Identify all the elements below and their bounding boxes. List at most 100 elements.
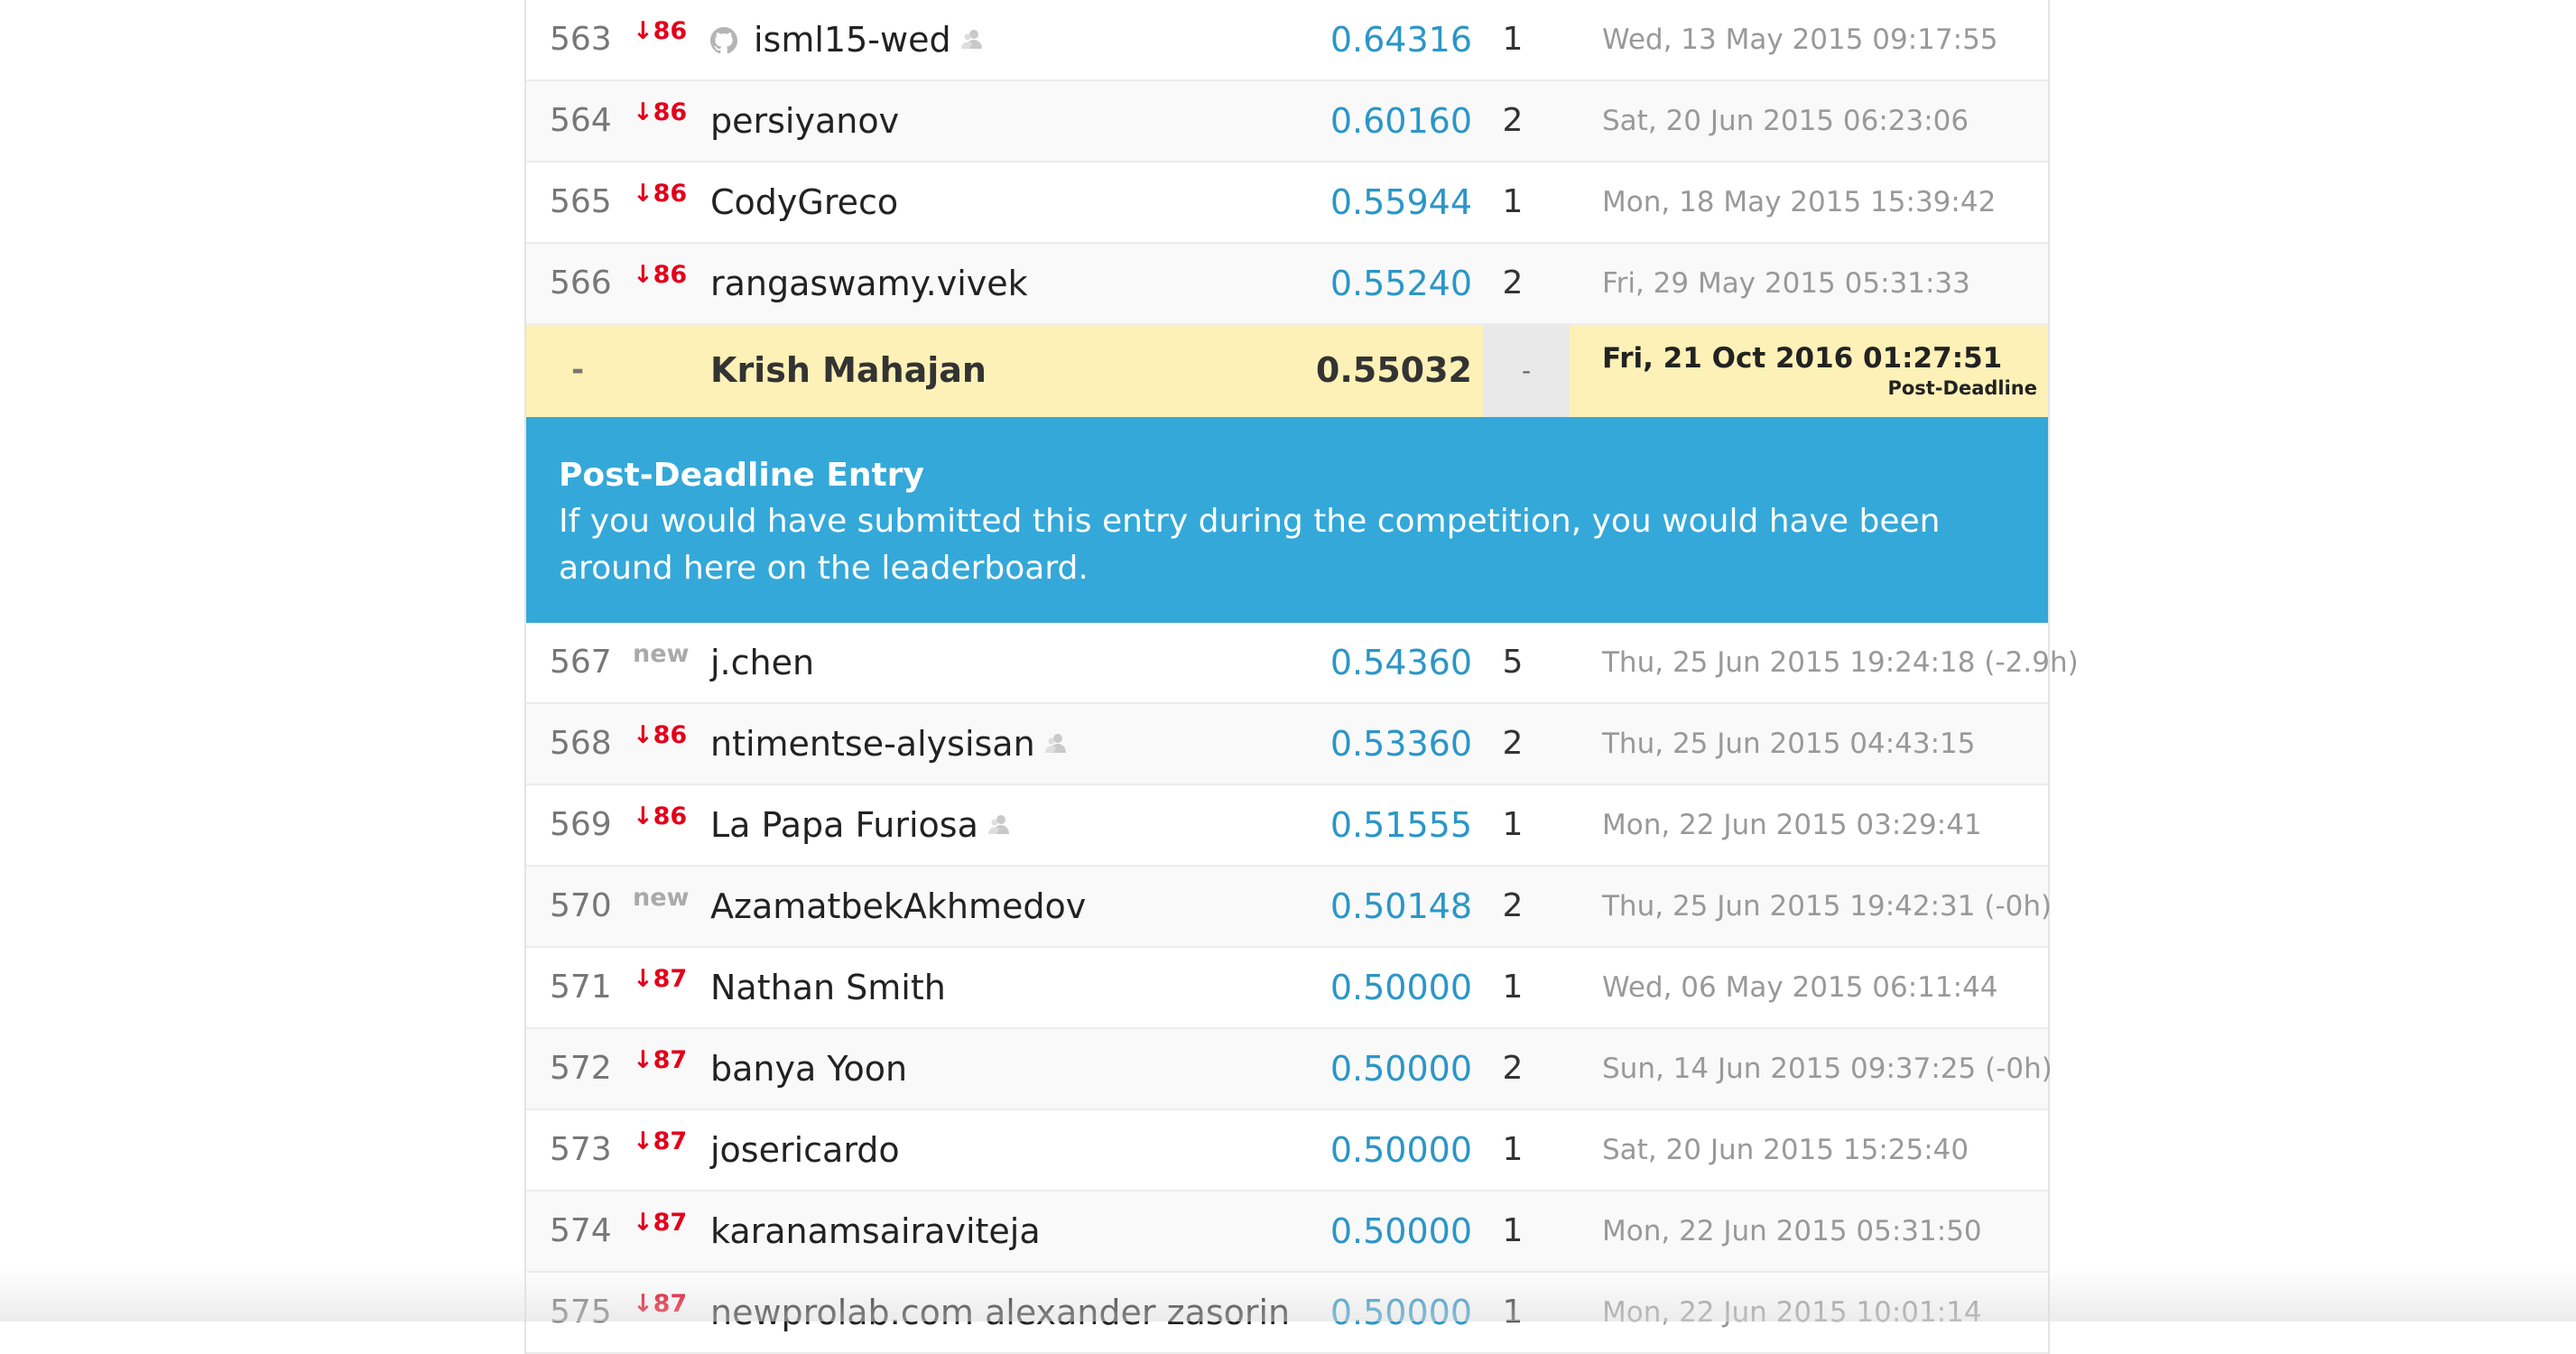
team-name-link[interactable]: banya Yoon: [710, 1029, 907, 1108]
team-name[interactable]: j.chen: [710, 643, 814, 682]
entries-count: 1: [1502, 21, 1524, 58]
leaderboard-row: 570 new AzamatbekAkhmedov 0.50148 2 Thu, 25 J…: [526, 867, 2052, 948]
last-submission: Mon, 22 Jun 2015 05:31:50: [1602, 1215, 1982, 1247]
score: 0.50000: [1330, 1049, 1472, 1089]
leaderboard-row: 573 ↓87 josericardo 0.50000 1 Sat, 20 Jun 201…: [526, 1110, 2048, 1192]
team-name-link[interactable]: persiyanov: [710, 81, 899, 161]
leaderboard-row: 563 ↓86 isml15-wed 0.64316 1 Wed, 13 May 2015…: [526, 0, 2048, 81]
score: 0.50000: [1330, 1211, 1472, 1251]
leaderboard-table: 563 ↓86 isml15-wed 0.64316 1 Wed, 13 May 2015…: [524, 0, 2079, 1354]
rank: 565: [550, 183, 612, 220]
leaderboard-row: 569 ↓86 La Papa Furiosa 0.51555 1 Mon, 22 Jun…: [526, 785, 2048, 867]
team-name-link[interactable]: AzamatbekAkhmedov: [710, 867, 1086, 946]
entries-count: 2: [1502, 102, 1524, 139]
leaderboard-row: 571 ↓87 Nathan Smith 0.50000 1 Wed, 06 May 20…: [526, 948, 2048, 1029]
score: 0.53360: [1330, 724, 1472, 764]
team-name-link[interactable]: CodyGreco: [710, 162, 898, 242]
team-name[interactable]: josericardo: [710, 1130, 900, 1170]
team-name-link[interactable]: isml15-wed: [754, 0, 984, 79]
team-name-link[interactable]: karanamsairaviteja: [710, 1192, 1041, 1271]
team-name[interactable]: Nathan Smith: [710, 968, 946, 1007]
rank-change: ↓87: [633, 965, 688, 993]
my-entry-row: - Krish Mahajan 0.55032 - Fri, 21 Oct 20…: [526, 325, 2048, 417]
team-name-link[interactable]: La Papa Furiosa: [710, 785, 1011, 865]
rank-change: ↓86: [633, 261, 688, 289]
rank-change: ↓86: [633, 17, 688, 45]
entries-count: 1: [1502, 1131, 1524, 1168]
new-badge: new: [633, 884, 690, 912]
team-name[interactable]: karanamsairaviteja: [710, 1211, 1041, 1251]
team-name[interactable]: ntimentse-alysisan: [710, 724, 1035, 764]
entries-count: 1: [1502, 1212, 1524, 1249]
last-submission: Wed, 13 May 2015 09:17:55: [1602, 23, 1998, 56]
my-entry-entries-value: -: [1521, 356, 1532, 385]
score: 0.55944: [1330, 182, 1472, 222]
rank-change: ↓87: [633, 1046, 688, 1074]
rank: 568: [550, 725, 612, 762]
rank: 572: [550, 1050, 612, 1087]
team-name[interactable]: newprolab.com alexander zasorin: [710, 1293, 1290, 1332]
last-submission: Sun, 14 Jun 2015 09:37:25 (-0h): [1602, 1053, 2052, 1085]
new-badge: new: [633, 640, 690, 668]
last-submission: Mon, 18 May 2015 15:39:42: [1602, 186, 1997, 218]
team-name-link[interactable]: newprolab.com alexander zasorin: [710, 1273, 1290, 1352]
entries-count: 5: [1502, 644, 1524, 681]
leaderboard-rows-after: 567 new j.chen 0.54360 5 Thu, 25 Jun 2015 19:…: [526, 623, 2079, 1354]
entries-count: 2: [1502, 264, 1524, 301]
last-submission: Mon, 22 Jun 2015 10:01:14: [1602, 1296, 1982, 1329]
last-submission: Sat, 20 Jun 2015 15:25:40: [1602, 1134, 1969, 1166]
score: 0.50148: [1330, 886, 1472, 926]
rank-change: ↓86: [633, 180, 688, 208]
last-submission: Thu, 25 Jun 2015 04:43:15: [1602, 728, 1976, 760]
rank-change: ↓86: [633, 98, 688, 126]
rank: 570: [550, 887, 612, 924]
team-member-icon: [987, 784, 1011, 864]
team-name-link[interactable]: Nathan Smith: [710, 948, 946, 1027]
entries-count: 1: [1502, 183, 1524, 220]
rank-change: ↓87: [633, 1209, 688, 1237]
rank: 564: [550, 102, 612, 139]
team-name-link[interactable]: josericardo: [710, 1110, 900, 1190]
rank-change: ↓86: [633, 721, 688, 749]
score: 0.50000: [1330, 1293, 1472, 1332]
entries-count: 1: [1502, 806, 1524, 843]
team-name[interactable]: isml15-wed: [754, 20, 951, 60]
github-icon[interactable]: [710, 27, 737, 58]
banner-title: Post-Deadline Entry: [559, 457, 924, 494]
score: 0.54360: [1330, 643, 1472, 682]
last-submission: Mon, 22 Jun 2015 03:29:41: [1602, 809, 1982, 841]
score: 0.51555: [1330, 805, 1472, 845]
leaderboard-row: 567 new j.chen 0.54360 5 Thu, 25 Jun 2015 19:…: [526, 623, 2079, 704]
leaderboard-row: 575 ↓87 newprolab.com alexander zasorin 0.5…: [526, 1273, 2048, 1354]
team-name[interactable]: rangaswamy.vivek: [710, 264, 1028, 303]
entries-count: 2: [1502, 1050, 1524, 1087]
entries-count: 1: [1502, 1294, 1524, 1331]
team-name[interactable]: AzamatbekAkhmedov: [710, 886, 1086, 926]
team-name[interactable]: CodyGreco: [710, 182, 898, 222]
team-member-icon: [1044, 703, 1068, 783]
team-name[interactable]: La Papa Furiosa: [710, 805, 978, 845]
entries-count: 2: [1502, 725, 1524, 762]
entries-count: 1: [1502, 969, 1524, 1006]
leaderboard-rows-before: 563 ↓86 isml15-wed 0.64316 1 Wed, 13 May 2015…: [526, 0, 2048, 325]
rank: 567: [550, 644, 612, 681]
team-name-link[interactable]: ntimentse-alysisan: [710, 704, 1068, 784]
my-entry-rank: -: [571, 352, 585, 388]
last-submission: Wed, 06 May 2015 06:11:44: [1602, 971, 1998, 1004]
last-submission: Sat, 20 Jun 2015 06:23:06: [1602, 105, 1969, 137]
rank: 574: [550, 1212, 612, 1249]
score: 0.55240: [1330, 264, 1472, 303]
team-name[interactable]: banya Yoon: [710, 1049, 907, 1089]
rank: 571: [550, 969, 612, 1006]
team-name-link[interactable]: j.chen: [710, 623, 814, 702]
rank-change: ↓86: [633, 802, 688, 830]
leaderboard-row: 572 ↓87 banya Yoon 0.50000 2 Sun, 14 Jun 2015…: [526, 1029, 2052, 1110]
rank: 569: [550, 806, 612, 843]
post-deadline-banner: Post-Deadline Entry If you would have su…: [526, 417, 2048, 623]
rank-change: ↓87: [633, 1127, 688, 1155]
my-entry-score: 0.55032: [1315, 350, 1472, 390]
team-name[interactable]: persiyanov: [710, 101, 899, 141]
team-name-link[interactable]: rangaswamy.vivek: [710, 244, 1028, 323]
rank: 563: [550, 21, 612, 58]
my-entry-team-name[interactable]: Krish Mahajan: [710, 325, 987, 415]
